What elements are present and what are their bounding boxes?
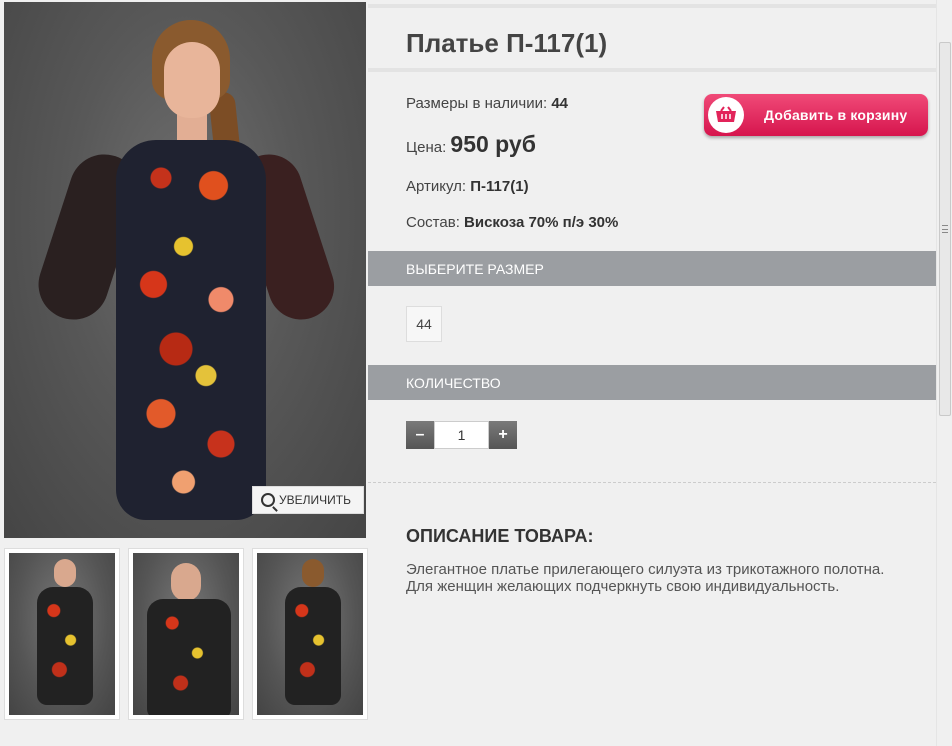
vertical-scrollbar[interactable] (936, 0, 952, 746)
quantity-input[interactable] (434, 421, 489, 449)
thumbnail-front[interactable] (4, 548, 120, 720)
price-label: Цена: (406, 139, 447, 156)
article-value: П-117(1) (470, 178, 529, 195)
divider (368, 482, 936, 483)
add-to-cart-button[interactable]: Добавить в корзину (704, 94, 928, 136)
model-figure (4, 2, 366, 538)
sizes-value: 44 (551, 95, 568, 112)
thumbnail-dress (147, 599, 231, 715)
thumbnail-head (171, 563, 201, 601)
zoom-button[interactable]: УВЕЛИЧИТЬ (252, 486, 364, 514)
quantity-stepper: – + (406, 421, 517, 449)
article-label: Артикул: (406, 178, 467, 195)
composition-value: Вискоза 70% п/э 30% (464, 214, 619, 231)
thumbnail-closeup[interactable] (128, 548, 244, 720)
thumbnail-image (9, 553, 115, 715)
magnifier-plus-icon (261, 493, 276, 507)
quantity-minus-button[interactable]: – (406, 421, 434, 449)
floral-dress (116, 140, 266, 520)
model-face (164, 42, 220, 118)
add-to-cart-label: Добавить в корзину (764, 107, 908, 123)
main-product-photo[interactable]: УВЕЛИЧИТЬ (4, 2, 366, 538)
composition-label: Состав: (406, 214, 460, 231)
basket-svg (716, 106, 736, 122)
zoom-label: УВЕЛИЧИТЬ (279, 493, 351, 507)
title-bar: Платье П-117(1) (368, 4, 936, 72)
description-text: Элегантное платье прилегающего силуэта и… (406, 561, 885, 595)
basket-icon (708, 97, 744, 133)
product-details: Платье П-117(1) Размеры в наличии: 44 Це… (368, 0, 936, 746)
sizes-available: Размеры в наличии: 44 (406, 95, 568, 112)
thumbnail-back[interactable] (252, 548, 368, 720)
thumbnail-image (133, 553, 239, 715)
price: Цена: 950 руб (406, 131, 536, 158)
product-page: УВЕЛИЧИТЬ Платье П-117(1) Размеры в нали… (0, 0, 952, 746)
thumbnail-dress (37, 587, 93, 705)
size-option-44[interactable]: 44 (406, 306, 442, 342)
scrollbar-thumb[interactable] (939, 42, 951, 416)
thumbnail-image (257, 553, 363, 715)
thumbnail-strip (4, 548, 368, 720)
quantity-plus-button[interactable]: + (489, 421, 517, 449)
price-value: 950 руб (450, 131, 536, 157)
quantity-section-header: КОЛИЧЕСТВО (368, 365, 936, 400)
size-section-header: ВЫБЕРИТЕ РАЗМЕР (368, 251, 936, 286)
composition: Состав: Вискоза 70% п/э 30% (406, 214, 618, 231)
description-title: ОПИСАНИЕ ТОВАРА: (406, 526, 594, 546)
article: Артикул: П-117(1) (406, 178, 529, 195)
thumbnail-head (54, 559, 76, 587)
scrollbar-grip-icon (942, 225, 948, 233)
sizes-label: Размеры в наличии: (406, 95, 548, 112)
page-title: Платье П-117(1) (406, 28, 608, 58)
thumbnail-head (302, 559, 324, 587)
thumbnail-dress (285, 587, 341, 705)
